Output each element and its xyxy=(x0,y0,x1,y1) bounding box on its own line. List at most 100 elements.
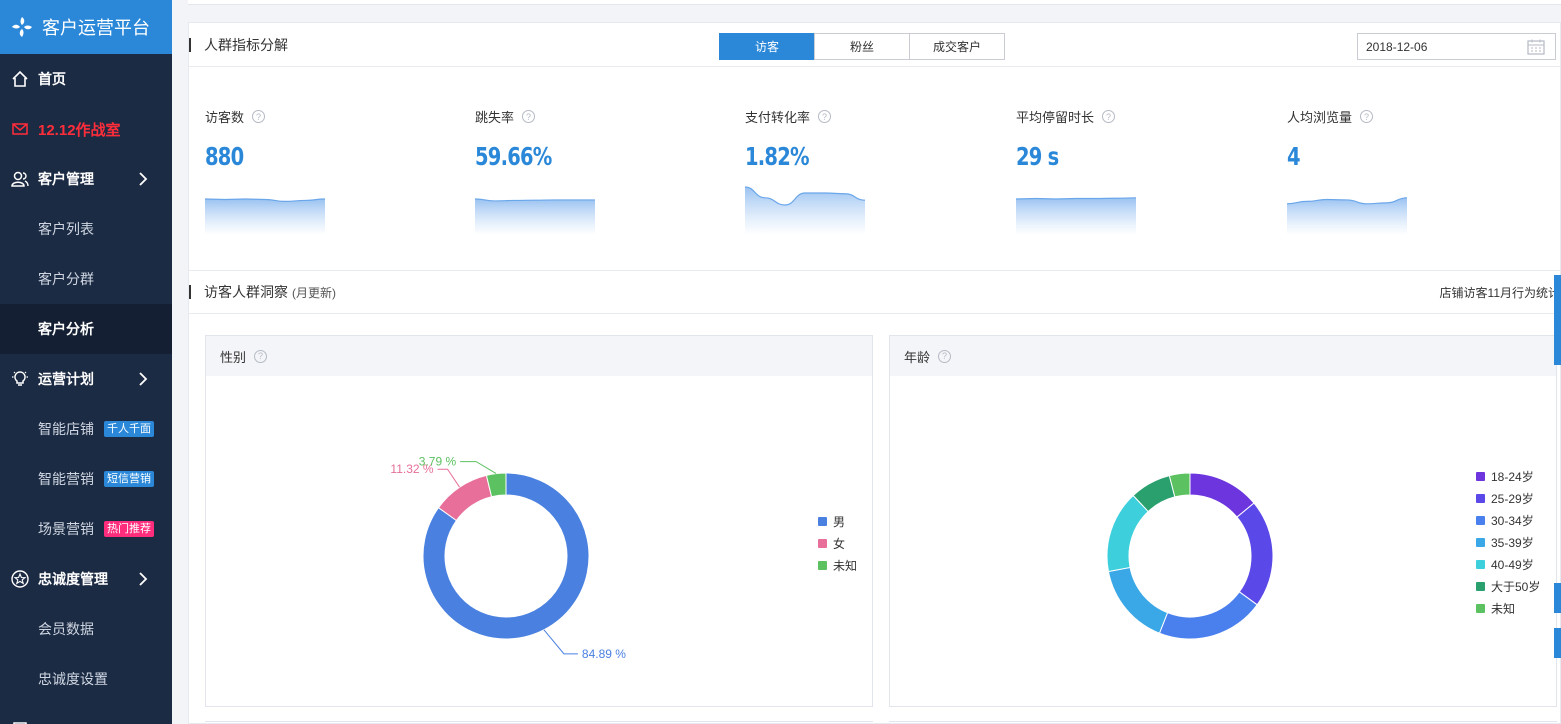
section-note: 店铺访客11月行为统计 xyxy=(1439,285,1560,300)
section-title: 访客人群洞察 xyxy=(204,284,288,300)
sidebar-item-customer-analysis[interactable]: 客户分析 xyxy=(0,304,172,354)
legend-item[interactable]: 大于50岁 xyxy=(1476,575,1540,597)
legend-label: 未知 xyxy=(1491,601,1516,616)
top-panel-edge xyxy=(188,0,1561,5)
help-icon[interactable]: ? xyxy=(1102,110,1116,123)
help-icon[interactable]: ? xyxy=(938,349,952,363)
sparkline-area xyxy=(475,199,595,235)
sidebar-item-partial[interactable] xyxy=(0,704,172,724)
legend-swatch xyxy=(818,516,827,526)
legend-swatch xyxy=(1476,471,1485,481)
sparkline-line xyxy=(1016,197,1136,200)
metric-value: 1.82% xyxy=(745,142,810,171)
sidebar-item-label: 客户管理 xyxy=(38,171,94,187)
sparkline-area xyxy=(1287,197,1407,235)
age-donut-chart xyxy=(1106,472,1274,640)
label-leader xyxy=(543,629,578,655)
legend-label: 18-24岁 xyxy=(1491,469,1534,484)
legend-item[interactable]: 18-24岁 xyxy=(1476,465,1540,487)
metric-label-wrap: 人均浏览量? xyxy=(1287,107,1507,126)
metric-label: 平均停留时长 xyxy=(1016,110,1095,125)
card-header: 性别 ? xyxy=(206,336,872,376)
legend-item[interactable]: 未知 xyxy=(818,554,857,576)
donut-slice-4 xyxy=(1107,566,1169,634)
insight-section-header: 访客人群洞察 (月更新) 店铺访客11月行为统计 xyxy=(189,270,1560,314)
gender-legend: 男女未知 xyxy=(818,510,857,576)
floating-tab[interactable] xyxy=(1554,275,1561,365)
donut-slice-2 xyxy=(437,474,493,522)
date-picker[interactable]: 2018-12-06 xyxy=(1357,33,1556,60)
sidebar-item-label: 客户分群 xyxy=(38,271,94,287)
legend-item[interactable]: 25-29岁 xyxy=(1476,487,1540,509)
home-icon xyxy=(10,69,30,89)
legend-swatch xyxy=(1476,581,1485,591)
sidebar-item-label: 场景营销 xyxy=(38,521,94,537)
help-icon[interactable]: ? xyxy=(252,110,266,123)
metric-label: 访客数 xyxy=(205,110,245,125)
legend-item[interactable]: 40-49岁 xyxy=(1476,553,1540,575)
legend-swatch xyxy=(1476,515,1485,525)
label-leader xyxy=(460,461,497,475)
sidebar-item-smart-store[interactable]: 智能店铺 千人千面 xyxy=(0,404,172,454)
sidebar-item-customer-group[interactable]: 客户分群 xyxy=(0,254,172,304)
help-icon[interactable]: ? xyxy=(254,349,268,363)
floating-tab[interactable] xyxy=(1554,628,1561,658)
legend-item[interactable]: 男 xyxy=(818,510,857,532)
section-bar xyxy=(189,37,191,52)
chevron-right-icon xyxy=(139,572,148,586)
help-icon[interactable]: ? xyxy=(1360,110,1374,123)
gender-donut-chart: 84.89 %11.32 %3.79 % xyxy=(390,455,626,661)
tab-visitors[interactable]: 访客 xyxy=(719,33,815,60)
sidebar-item-label: 忠诚度设置 xyxy=(38,671,108,687)
sidebar-item-customer-list[interactable]: 客户列表 xyxy=(0,204,172,254)
data-label: 3.79 % xyxy=(419,455,457,469)
age-card: 年龄 ? 18-24岁 25-29岁 30-34岁 35-39岁 40-49岁 大于50岁… xyxy=(889,335,1557,707)
calendar-icon xyxy=(1527,39,1545,55)
tab-fans[interactable]: 粉丝 xyxy=(814,33,910,60)
sidebar-item-smart-marketing[interactable]: 智能营销 短信营销 xyxy=(0,454,172,504)
sidebar-item-scene-marketing[interactable]: 场景营销 热门推荐 xyxy=(0,504,172,554)
metric-avg-stay: 平均停留时长? 29 s xyxy=(1016,107,1236,235)
floating-tab[interactable] xyxy=(1554,583,1561,613)
sidebar-item-ops-plan[interactable]: 运营计划 xyxy=(0,354,172,404)
sidebar-item-customer-mgmt[interactable]: 客户管理 xyxy=(0,154,172,204)
help-icon[interactable]: ? xyxy=(818,110,832,123)
legend-swatch xyxy=(818,538,827,548)
metric-value: 59.66% xyxy=(475,142,552,171)
badge: 热门推荐 xyxy=(104,521,154,537)
brand-header[interactable]: 客户运营平台 xyxy=(0,0,172,54)
legend-item[interactable]: 35-39岁 xyxy=(1476,531,1540,553)
legend-label: 女 xyxy=(833,536,846,551)
metric-label: 跳失率 xyxy=(475,110,515,125)
tab-buyers[interactable]: 成交客户 xyxy=(909,33,1005,60)
label-leader xyxy=(437,468,460,488)
sidebar-item-loyalty-mgmt[interactable]: 忠诚度管理 xyxy=(0,554,172,604)
sidebar-item-war-room[interactable]: 12.12作战室 xyxy=(0,104,172,154)
badge: 千人千面 xyxy=(104,421,154,437)
metric-label: 人均浏览量 xyxy=(1287,110,1353,125)
metric-label-wrap: 平均停留时长? xyxy=(1016,107,1236,126)
donut-slice-3 xyxy=(1158,591,1258,640)
help-icon[interactable]: ? xyxy=(522,110,536,123)
legend-item[interactable]: 未知 xyxy=(1476,597,1540,619)
segment-tabs: 访客 粉丝 成交客户 xyxy=(719,33,1005,60)
legend-item[interactable]: 女 xyxy=(818,532,857,554)
metric-label-wrap: 支付转化率? xyxy=(745,107,965,126)
logo-icon xyxy=(12,17,32,37)
metric-visitors: 访客数? 880 xyxy=(205,107,425,235)
metric-bounce-rate: 跳失率? 59.66% xyxy=(475,107,695,235)
legend-label: 大于50岁 xyxy=(1491,579,1541,594)
sparkline xyxy=(205,198,325,235)
app-title: 客户运营平台 xyxy=(42,18,150,38)
sidebar-item-home[interactable]: 首页 xyxy=(0,54,172,104)
sidebar-item-label: 首页 xyxy=(38,71,66,87)
sidebar-item-member-data[interactable]: 会员数据 xyxy=(0,604,172,654)
legend-item[interactable]: 30-34岁 xyxy=(1476,509,1540,531)
sidebar-item-label: 客户列表 xyxy=(38,221,94,237)
user-group-icon xyxy=(10,169,30,189)
sidebar-item-loyalty-settings[interactable]: 忠诚度设置 xyxy=(0,654,172,704)
sparkline xyxy=(745,186,865,235)
sidebar-item-label: 12.12作战室 xyxy=(38,121,121,139)
sidebar-item-label: 客户分析 xyxy=(38,321,94,337)
metric-value: 29 s xyxy=(1016,142,1059,171)
